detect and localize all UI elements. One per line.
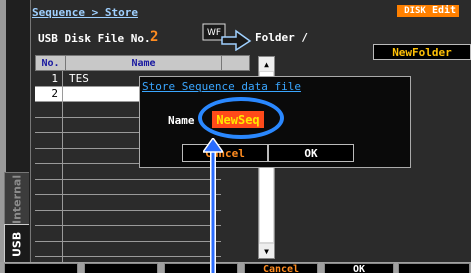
row-number bbox=[35, 148, 63, 163]
disk-badge: DISK bbox=[397, 5, 433, 17]
scroll-down-arrow-icon[interactable]: ▼ bbox=[259, 244, 274, 258]
breadcrumb: Sequence > Store bbox=[32, 6, 138, 19]
name-label: Name bbox=[168, 114, 195, 127]
row-number bbox=[35, 179, 63, 194]
table-header: No. Name bbox=[35, 55, 250, 71]
file-number-label: USB Disk File No. bbox=[38, 32, 151, 45]
softkey-ok[interactable]: OK bbox=[324, 263, 394, 273]
instrument-screen: Internal USB Sequence > Store DISK Edit … bbox=[0, 0, 471, 273]
column-header-no: No. bbox=[36, 56, 66, 70]
row-name bbox=[63, 226, 219, 241]
table-row[interactable] bbox=[35, 195, 221, 211]
wf-icon-label: WF bbox=[207, 28, 221, 38]
row-number bbox=[35, 226, 63, 241]
row-number bbox=[35, 133, 63, 148]
waveform-folder-arrow-icon: WF bbox=[202, 23, 252, 51]
tab-internal[interactable]: Internal bbox=[4, 172, 29, 226]
softkey-bar: Cancel OK bbox=[0, 262, 471, 273]
new-folder-button[interactable]: NewFolder bbox=[373, 44, 471, 60]
edit-badge: Edit bbox=[429, 5, 460, 17]
file-table: No. Name 1 TES 2 bbox=[35, 55, 250, 273]
row-name bbox=[63, 211, 219, 226]
softkey-3[interactable] bbox=[164, 263, 238, 273]
tab-usb[interactable]: USB bbox=[4, 224, 29, 264]
pointer-arrow-icon bbox=[203, 138, 223, 273]
side-tab-strip: Internal USB bbox=[0, 0, 31, 273]
row-number bbox=[35, 210, 63, 225]
softkey-cancel[interactable]: Cancel bbox=[244, 263, 318, 273]
row-name bbox=[63, 242, 219, 257]
row-name bbox=[63, 195, 219, 210]
store-dialog: Store Sequence data file Name NewSeq Can… bbox=[139, 76, 411, 168]
ok-button[interactable]: OK bbox=[268, 144, 354, 162]
table-row[interactable] bbox=[35, 226, 221, 242]
row-number: 2 bbox=[35, 86, 63, 101]
dialog-title: Store Sequence data file bbox=[142, 80, 301, 93]
folder-path: Folder / bbox=[255, 31, 308, 44]
row-name bbox=[63, 180, 219, 195]
highlight-oval bbox=[198, 97, 284, 139]
table-row[interactable] bbox=[35, 179, 221, 195]
softkey-1[interactable] bbox=[4, 263, 78, 273]
cancel-button[interactable]: Cancel bbox=[182, 144, 268, 162]
softkey-6[interactable] bbox=[398, 263, 470, 273]
row-number bbox=[35, 117, 63, 132]
column-header-name: Name bbox=[66, 56, 222, 70]
row-number bbox=[35, 241, 63, 256]
main-area: Sequence > Store DISK Edit USB Disk File… bbox=[30, 0, 471, 273]
file-number-value[interactable]: 2 bbox=[150, 29, 158, 45]
row-number bbox=[35, 195, 63, 210]
table-row[interactable] bbox=[35, 210, 221, 226]
table-row[interactable] bbox=[35, 241, 221, 257]
scroll-up-arrow-icon[interactable]: ▲ bbox=[259, 57, 274, 71]
row-number: 1 bbox=[35, 71, 63, 86]
softkey-2[interactable] bbox=[84, 263, 158, 273]
row-number bbox=[35, 102, 63, 117]
row-number bbox=[35, 164, 63, 179]
